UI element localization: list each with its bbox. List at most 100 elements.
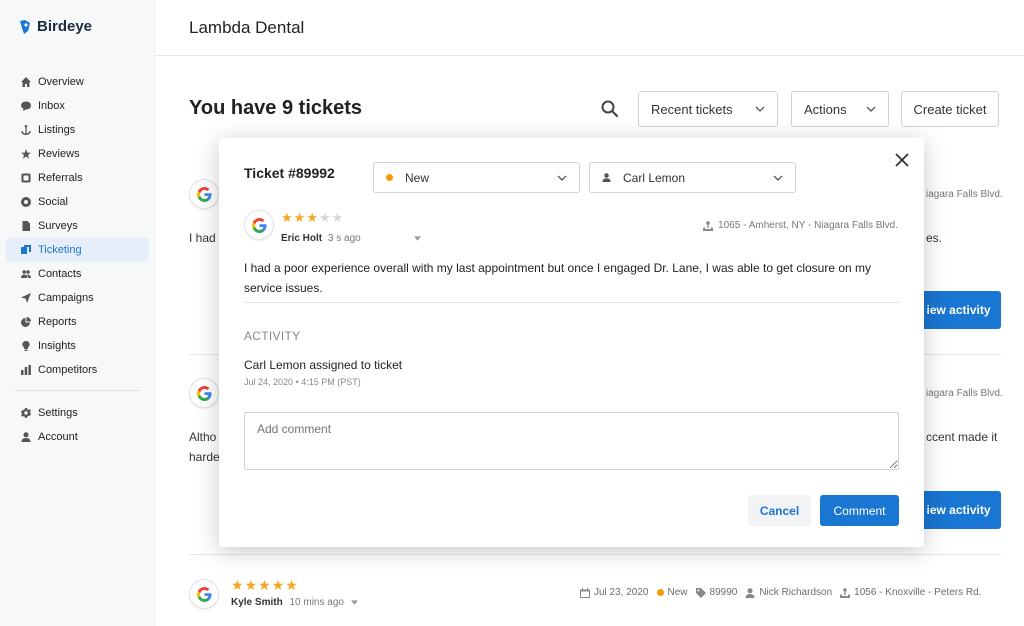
people-icon xyxy=(21,270,31,278)
sidebar-divider xyxy=(14,390,141,391)
star-filled-icon: ★ xyxy=(258,577,272,593)
ticket-title: Ticket #89992 xyxy=(244,165,335,181)
activity-entry: Carl Lemon assigned to ticket xyxy=(244,358,403,372)
sidebar-item-settings[interactable]: Settings xyxy=(6,401,149,425)
id-text: 89990 xyxy=(709,587,738,598)
comment-button[interactable]: Comment xyxy=(820,495,899,526)
sidebar-item-contacts[interactable]: Contacts xyxy=(6,262,149,286)
sidebar-item-inbox[interactable]: Inbox xyxy=(6,94,149,118)
view-activity-button[interactable]: iew activity xyxy=(916,491,1001,529)
caret-down-icon[interactable] xyxy=(413,236,421,241)
section-divider xyxy=(244,302,900,303)
sidebar-item-campaigns[interactable]: Campaigns xyxy=(6,286,149,310)
status-text: New xyxy=(667,587,688,598)
sidebar-item-referrals[interactable]: Referrals xyxy=(6,166,149,190)
assignee-text: Nick Richardson xyxy=(759,587,833,598)
ticket-review-snippet: ccent made it xyxy=(926,430,998,444)
status-dropdown[interactable]: New xyxy=(373,162,580,193)
sidebar-item-label: Account xyxy=(38,431,78,443)
actions-dropdown[interactable]: Actions xyxy=(791,91,889,127)
social-icon xyxy=(21,197,31,207)
recent-tickets-dropdown[interactable]: Recent tickets xyxy=(638,91,778,127)
sidebar: Birdeye Overview Inbox Listings Reviews … xyxy=(0,0,155,626)
ticket-location: iagara Falls Blvd. xyxy=(926,388,1003,399)
chat-icon xyxy=(21,101,31,111)
ticket-modal: Ticket #89992 New Carl Lemon ★★★★★ Eric … xyxy=(219,138,924,547)
sidebar-nav: Overview Inbox Listings Reviews Referral… xyxy=(0,70,155,449)
status-dot xyxy=(656,589,664,596)
sidebar-item-label: Reports xyxy=(38,316,77,328)
ticket-assignee: Nick Richardson xyxy=(745,587,832,598)
star-filled-icon: ★ xyxy=(244,577,259,593)
rating-stars: ★★★★★ xyxy=(281,210,344,226)
sidebar-item-label: Overview xyxy=(38,76,84,88)
ticket-review-snippet: es. xyxy=(926,231,943,245)
ticket-status: New xyxy=(656,587,688,598)
star-icon xyxy=(21,149,31,159)
sidebar-item-competitors[interactable]: Competitors xyxy=(6,358,149,382)
ticket-id: 89990 xyxy=(695,587,738,598)
sidebar-item-label: Contacts xyxy=(38,268,82,280)
cancel-button[interactable]: Cancel xyxy=(748,495,811,526)
review-age: 10 mins ago xyxy=(289,597,344,608)
ticket-review-snippet: Altho xyxy=(189,430,217,444)
location-text: 1065 - Amherst, NY - Niagara Falls Blvd. xyxy=(718,220,898,231)
star-filled-icon: ★ xyxy=(285,577,299,593)
close-icon[interactable] xyxy=(895,153,909,167)
user-icon xyxy=(745,587,755,598)
reviewer-name: Kyle Smith xyxy=(231,597,283,608)
gear-icon xyxy=(21,408,31,418)
review-location: 1065 - Amherst, NY - Niagara Falls Blvd. xyxy=(703,220,898,231)
sidebar-item-label: Campaigns xyxy=(38,292,94,304)
sidebar-item-label: Insights xyxy=(38,340,76,352)
search-icon[interactable] xyxy=(600,99,620,119)
star-empty-icon: ★ xyxy=(318,210,332,225)
sidebar-item-ticketing[interactable]: Ticketing xyxy=(6,238,149,262)
ticket-date: Jul 23, 2020 xyxy=(580,587,649,598)
google-icon xyxy=(196,186,212,202)
sidebar-item-insights[interactable]: Insights xyxy=(6,334,149,358)
caret-down-icon[interactable] xyxy=(350,600,358,605)
activity-heading: ACTIVITY xyxy=(244,329,301,343)
sidebar-item-account[interactable]: Account xyxy=(6,425,149,449)
google-icon xyxy=(251,217,267,233)
sidebar-item-social[interactable]: Social xyxy=(6,190,149,214)
ticket-review-snippet: I had xyxy=(189,231,216,245)
brand-logo[interactable]: Birdeye xyxy=(18,18,92,35)
sidebar-item-listings[interactable]: Listings xyxy=(6,118,149,142)
ticket-location: iagara Falls Blvd. xyxy=(926,189,1003,200)
assignee-label: Carl Lemon xyxy=(623,170,686,185)
reviewer-line: Eric Holt 3 s ago xyxy=(281,233,421,244)
sidebar-item-label: Ticketing xyxy=(38,244,82,256)
review-age: 3 s ago xyxy=(327,233,361,244)
google-logo xyxy=(189,579,219,609)
chevron-down-icon xyxy=(866,106,876,112)
sidebar-item-reports[interactable]: Reports xyxy=(6,310,149,334)
business-name: Lambda Dental xyxy=(189,18,305,37)
star-filled-icon: ★ xyxy=(293,210,307,225)
ticket-location: 1056 - Knoxville - Peters Rd. xyxy=(840,587,981,598)
brand-name: Birdeye xyxy=(37,18,93,35)
sidebar-item-reviews[interactable]: Reviews xyxy=(6,142,149,166)
page-title: You have 9 tickets xyxy=(189,97,363,119)
sidebar-item-label: Referrals xyxy=(38,172,83,184)
bulb-icon xyxy=(22,341,30,351)
location-icon xyxy=(703,220,714,231)
survey-icon xyxy=(22,221,30,231)
sidebar-item-label: Surveys xyxy=(38,220,78,232)
comment-input[interactable] xyxy=(244,412,899,470)
google-logo xyxy=(189,179,219,209)
reviewer-line: Kyle Smith 10 mins ago xyxy=(231,597,358,608)
chevron-down-icon xyxy=(773,175,783,181)
google-icon xyxy=(196,586,212,602)
assignee-dropdown[interactable]: Carl Lemon xyxy=(589,162,796,193)
sidebar-item-overview[interactable]: Overview xyxy=(6,70,149,94)
review-text: I had a poor experience overall with my … xyxy=(244,261,872,295)
view-activity-button[interactable]: iew activity xyxy=(916,291,1001,329)
sidebar-item-surveys[interactable]: Surveys xyxy=(6,214,149,238)
chevron-down-icon xyxy=(755,106,765,112)
row-divider xyxy=(189,554,1001,555)
create-ticket-button[interactable]: Create ticket xyxy=(901,91,999,127)
location-icon xyxy=(840,587,851,598)
birdeye-logo-icon xyxy=(20,19,30,34)
